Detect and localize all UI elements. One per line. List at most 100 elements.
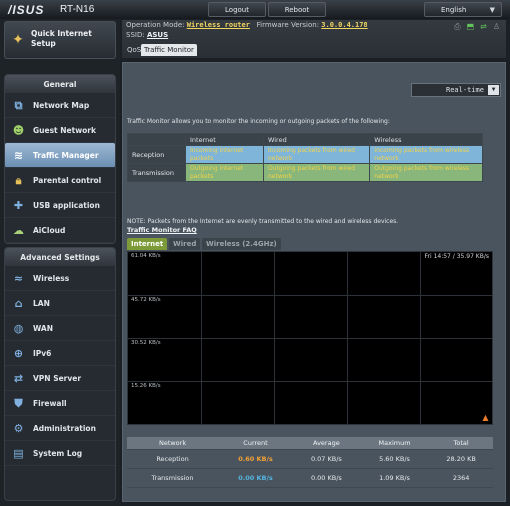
advanced-settings-menu: Advanced Settings ≈ Wireless ⌂ LAN ◍ WAN… xyxy=(4,247,116,501)
sidebar-item-label: VPN Server xyxy=(33,373,82,383)
log-icon: ▤ xyxy=(13,447,24,460)
sidebar-item-traffic-manager[interactable]: ≋ Traffic Manager xyxy=(5,143,115,168)
traffic-stats-table: Network Current Average Maximum Total Re… xyxy=(127,437,493,488)
legend-tx-wireless: Outgoing packets from wireless network xyxy=(369,163,483,182)
reboot-button[interactable]: Reboot xyxy=(268,2,326,17)
status-header: Operation Mode: Wireless router Firmware… xyxy=(122,20,506,58)
sidebar-item-network-map[interactable]: ⧉ Network Map xyxy=(5,93,115,118)
quick-internet-setup-button[interactable]: ✦ Quick Internet Setup xyxy=(4,21,116,59)
traffic-monitor-panel: Real-time ▼ Traffic Monitor allows you t… xyxy=(122,62,506,502)
legend-header-internet: Internet xyxy=(185,133,264,146)
printer-status-icon[interactable]: ⎙ xyxy=(454,22,460,32)
network-status-icon[interactable]: ⬒ xyxy=(467,22,475,32)
wifi-icon: ≈ xyxy=(13,272,24,285)
graph-tab-internet[interactable]: Internet xyxy=(127,238,168,250)
stats-average: 0.00 KB/s xyxy=(292,468,360,488)
language-select[interactable]: English ▼ xyxy=(424,2,502,17)
legend-header-wired: Wired xyxy=(262,133,371,146)
usb-status-icon[interactable]: ⇌ xyxy=(480,22,487,32)
stats-maximum: 5.60 KB/s xyxy=(359,449,430,469)
advanced-settings-title: Advanced Settings xyxy=(5,248,115,266)
stats-network: Transmission xyxy=(127,468,219,488)
ipv6-icon: ⊕ xyxy=(13,347,24,360)
graph-y-label: 30.52 KB/s xyxy=(131,340,161,346)
router-model: RT-N16 xyxy=(60,4,95,15)
graph-gridline xyxy=(128,338,492,339)
sidebar-item-label: Administration xyxy=(33,423,96,433)
wand-icon: ✦ xyxy=(12,32,24,48)
stats-total: 28.20 KB xyxy=(429,449,493,469)
vpn-icon: ⇄ xyxy=(13,372,24,385)
language-value: English xyxy=(441,5,467,14)
sidebar-item-label: System Log xyxy=(33,448,83,458)
legend-rx-wired: Incoming packets from wired network xyxy=(262,145,371,164)
traffic-monitor-faq-link[interactable]: Traffic Monitor FAQ xyxy=(127,226,197,234)
graph-y-label: 45.72 KB/s xyxy=(131,297,161,303)
ssid-label: SSID: xyxy=(126,31,145,39)
sidebar-item-label: LAN xyxy=(33,298,50,308)
sidebar-item-aicloud[interactable]: ☁ AiCloud xyxy=(5,218,115,243)
sidebar-item-usb-application[interactable]: ✚ USB application xyxy=(5,193,115,218)
sidebar-item-ipv6[interactable]: ⊕ IPv6 xyxy=(5,341,115,366)
traffic-manager-icon: ≋ xyxy=(13,149,24,162)
stats-header: Average xyxy=(292,437,360,450)
legend-table: Internet Wired Wireless Reception Incomi… xyxy=(127,133,483,182)
sidebar-item-guest-network[interactable]: ☻ Guest Network xyxy=(5,118,115,143)
quick-setup-label: Quick Internet Setup xyxy=(31,29,92,48)
legend-tx-internet: Outgoing internet packets xyxy=(185,163,264,182)
general-menu: General ⧉ Network Map ☻ Guest Network ≋ … xyxy=(4,74,116,244)
sidebar-item-vpn-server[interactable]: ⇄ VPN Server xyxy=(5,366,115,391)
top-bar: /ISUS RT-N16 Logout Reboot English ▼ xyxy=(0,0,510,19)
general-title: General xyxy=(5,75,115,93)
stats-total: 2364 xyxy=(429,468,493,488)
legend-row-reception: Reception xyxy=(127,145,186,164)
stats-header: Maximum xyxy=(359,437,430,450)
stats-header: Current xyxy=(218,437,293,450)
description-text: Traffic Monitor allows you to monitor th… xyxy=(127,118,390,125)
sidebar-item-parental-control[interactable]: 🔒︎ Parental control xyxy=(5,168,115,193)
stats-header: Total xyxy=(429,437,493,450)
stats-current: 0.00 KB/s xyxy=(218,468,293,488)
legend-row-transmission: Transmission xyxy=(127,163,186,182)
table-row: Reception 0.60 KB/s 0.07 KB/s 5.60 KB/s … xyxy=(127,449,493,469)
sidebar-item-system-log[interactable]: ▤ System Log xyxy=(5,441,115,466)
graph-timestamp: Fri 14:57 / 35.97 KB/s xyxy=(424,253,489,260)
stats-current: 0.60 KB/s xyxy=(218,449,293,469)
graph-tab-wireless[interactable]: Wireless (2.4GHz) xyxy=(202,238,281,250)
firmware-link[interactable]: 3.0.0.4.178 xyxy=(321,21,367,29)
sidebar-item-firewall[interactable]: ⛊ Firewall xyxy=(5,391,115,416)
sidebar-item-label: Network Map xyxy=(33,100,90,110)
stats-average: 0.07 KB/s xyxy=(292,449,360,469)
opmode-label: Operation Mode: xyxy=(126,21,185,29)
graph-gridline xyxy=(128,381,492,382)
legend-rx-wireless: Incoming packets from wireless network xyxy=(369,145,483,164)
note-text: NOTE: Packets from the Internet are even… xyxy=(127,218,399,225)
logout-button[interactable]: Logout xyxy=(208,2,266,17)
monitor-mode-select[interactable]: Real-time ▼ xyxy=(411,83,501,97)
sidebar-item-administration[interactable]: ⚙ Administration xyxy=(5,416,115,441)
home-icon: ⌂ xyxy=(14,297,23,310)
globe-icon: ◍ xyxy=(13,322,24,335)
stats-maximum: 1.09 KB/s xyxy=(359,468,430,488)
admin-icon: ⚙ xyxy=(13,422,24,435)
warning-icon: ▲ xyxy=(482,413,489,422)
sidebar-item-label: IPv6 xyxy=(33,348,52,358)
tab-traffic-monitor[interactable]: Traffic Monitor xyxy=(141,44,197,56)
sidebar-item-lan[interactable]: ⌂ LAN xyxy=(5,291,115,316)
legend-rx-internet: Incoming internet packets xyxy=(185,145,264,164)
network-map-icon: ⧉ xyxy=(14,98,23,112)
sidebar-item-wireless[interactable]: ≈ Wireless xyxy=(5,266,115,291)
table-row: Transmission 0.00 KB/s 0.00 KB/s 1.09 KB… xyxy=(127,468,493,488)
stats-network: Reception xyxy=(127,449,219,469)
sidebar-item-wan[interactable]: ◍ WAN xyxy=(5,316,115,341)
ssid-value: ASUS xyxy=(146,31,169,39)
legend-header-wireless: Wireless xyxy=(369,133,483,146)
user-status-icon[interactable]: ♙ xyxy=(493,22,500,32)
opmode-link[interactable]: Wireless router xyxy=(187,21,250,29)
sidebar-item-label: USB application xyxy=(33,200,100,210)
sidebar-item-label: Firewall xyxy=(33,398,67,408)
lock-icon: 🔒︎ xyxy=(15,173,22,187)
operation-mode: Operation Mode: Wireless router Firmware… xyxy=(126,21,368,29)
graph-tab-wired[interactable]: Wired xyxy=(169,238,201,250)
status-icons: ⎙ ⬒ ⇌ ♙ xyxy=(454,22,500,32)
